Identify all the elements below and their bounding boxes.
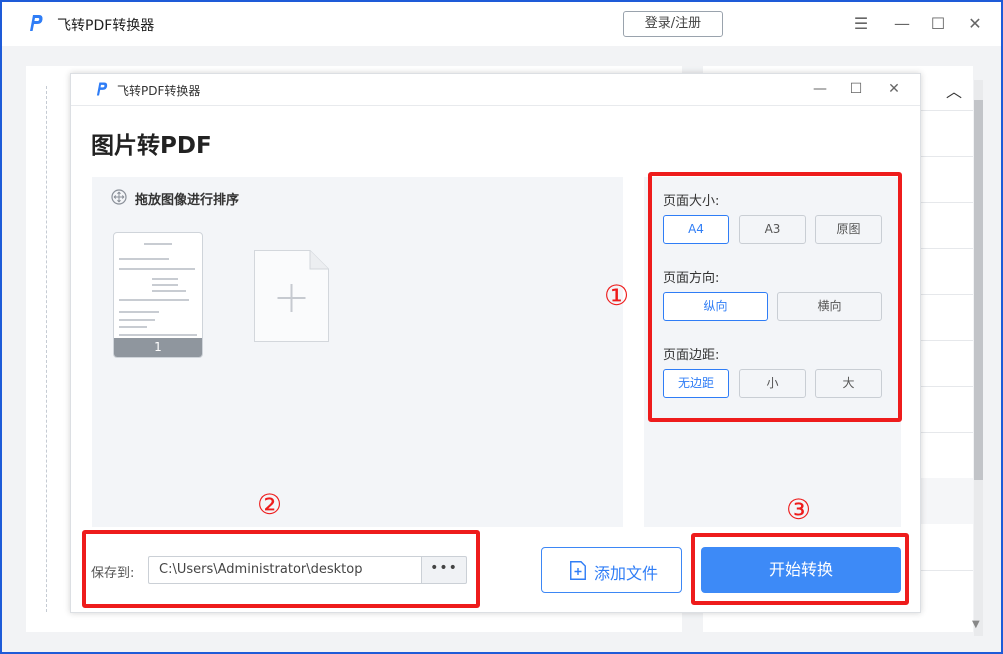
thumbnail-text-line — [119, 334, 197, 336]
pdf-p-logo-icon — [24, 12, 46, 34]
sort-instruction-label: 拖放图像进行排序 — [135, 193, 240, 208]
thumbnail-text-line — [144, 243, 172, 245]
annotation-number-one: ① — [604, 279, 630, 312]
annotation-box-options — [648, 172, 902, 422]
annotation-number-three: ③ — [786, 493, 812, 526]
app-title: 飞转PDF转换器 — [57, 18, 155, 34]
maximize-icon[interactable]: ☐ — [928, 14, 948, 34]
page-title: 图片转PDF — [91, 133, 212, 159]
move-drag-icon — [111, 189, 127, 205]
close-icon[interactable]: ✕ — [965, 14, 985, 34]
add-file-icon — [570, 561, 586, 580]
app-titlebar: 飞转PDF转换器 登录/注册 ☰ — ☐ ✕ — [2, 2, 1001, 46]
annotation-box-start — [691, 533, 909, 605]
minimize-icon[interactable]: — — [811, 80, 829, 98]
image-sort-area[interactable]: 拖放图像进行排序 1 — [92, 177, 623, 527]
thumbnail-text-line — [152, 278, 178, 280]
scroll-down-icon[interactable]: ▼ — [972, 619, 980, 630]
pdf-p-logo-icon — [96, 82, 108, 96]
annotation-box-save-path — [82, 530, 480, 608]
thumbnail-text-line — [119, 319, 155, 321]
thumbnail-text-line — [119, 311, 159, 313]
chevron-up-icon[interactable]: ︿ — [946, 78, 962, 102]
minimize-icon[interactable]: — — [892, 14, 912, 34]
dialog-title: 飞转PDF转换器 — [117, 84, 201, 98]
annotation-number-two: ② — [257, 488, 283, 521]
add-file-label: 添加文件 — [594, 564, 659, 583]
close-icon[interactable]: ✕ — [885, 80, 903, 98]
thumbnail-text-line — [119, 268, 195, 270]
thumbnail-text-line — [119, 299, 189, 301]
thumbnail-text-line — [119, 258, 169, 260]
login-register-button[interactable]: 登录/注册 — [623, 11, 723, 37]
thumbnail-text-line — [119, 326, 147, 328]
thumbnail-text-line — [152, 284, 178, 286]
page-thumbnail[interactable]: 1 — [113, 232, 203, 358]
add-file-button[interactable]: 添加文件 — [541, 547, 682, 593]
thumbnail-page-number: 1 — [114, 338, 202, 357]
scrollbar-thumb[interactable] — [974, 100, 983, 480]
dialog-divider — [71, 105, 920, 106]
add-page-placeholder-icon[interactable] — [254, 250, 329, 342]
thumbnail-text-line — [152, 290, 186, 292]
menu-icon[interactable]: ☰ — [851, 14, 871, 34]
maximize-icon[interactable]: ☐ — [847, 80, 865, 98]
